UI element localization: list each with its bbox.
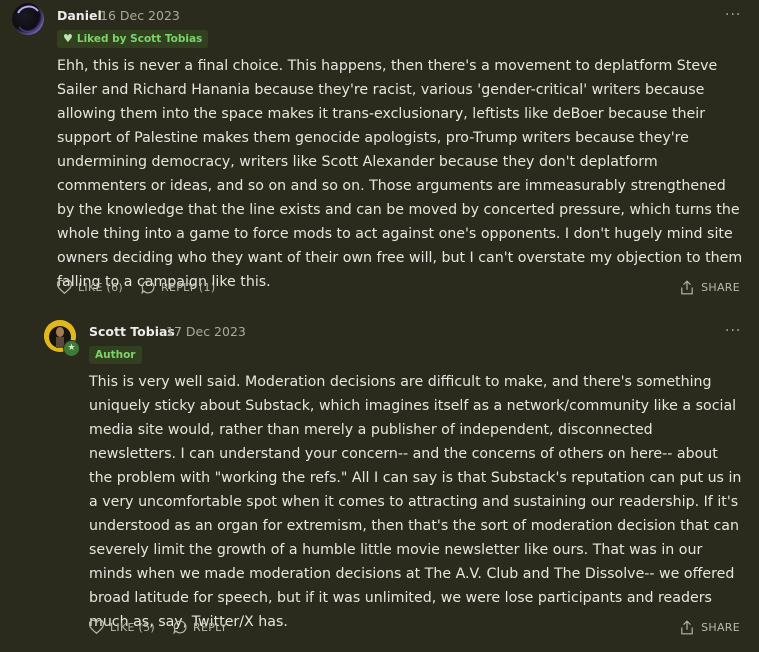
reply-button[interactable]: REPLY: [173, 620, 227, 634]
heart-icon: [89, 620, 104, 634]
like-label: LIKE (6): [78, 280, 124, 294]
comment-author[interactable]: Scott Tobias: [89, 324, 175, 339]
share-label: SHARE: [701, 621, 740, 634]
reply-label: REPLY (1): [161, 280, 216, 294]
share-button[interactable]: SHARE: [680, 280, 740, 295]
share-label: SHARE: [701, 281, 740, 294]
like-button[interactable]: LIKE (6): [57, 280, 123, 294]
share-icon: [681, 280, 693, 295]
badge-label: Author: [95, 349, 136, 361]
comment-author[interactable]: Daniel: [57, 8, 102, 23]
comment-actions: LIKE (6) REPLY (1): [57, 280, 233, 294]
reply-button[interactable]: REPLY (1): [141, 280, 215, 294]
more-dots-icon[interactable]: ···: [725, 8, 741, 22]
reply-bubble-icon: [173, 620, 187, 634]
liked-by-author-badge: ♥ Liked by Scott Tobias: [57, 30, 209, 48]
reply-bubble-icon: [141, 280, 155, 294]
avatar-daniel[interactable]: [12, 3, 44, 35]
heart-icon: [57, 280, 72, 294]
share-icon: [681, 620, 693, 635]
share-button[interactable]: SHARE: [680, 620, 740, 635]
like-label: LIKE (5): [110, 620, 156, 634]
comment-date[interactable]: 16 Dec 2023: [100, 8, 180, 23]
comment-body: Ehh, this is never a final choice. This …: [57, 58, 743, 290]
heart-icon: ♥: [63, 32, 73, 45]
like-button[interactable]: LIKE (5): [89, 620, 155, 634]
comment-body: This is very well said. Moderation decis…: [89, 374, 742, 630]
author-badge: Author: [89, 346, 142, 364]
more-dots-icon[interactable]: ···: [725, 324, 741, 338]
comment-actions: LIKE (5) REPLY: [89, 620, 245, 634]
badge-label: Liked by Scott Tobias: [76, 33, 203, 45]
comment-date[interactable]: 17 Dec 2023: [166, 324, 246, 339]
reply-label: REPLY: [193, 620, 228, 634]
star-icon: ★: [63, 340, 80, 357]
